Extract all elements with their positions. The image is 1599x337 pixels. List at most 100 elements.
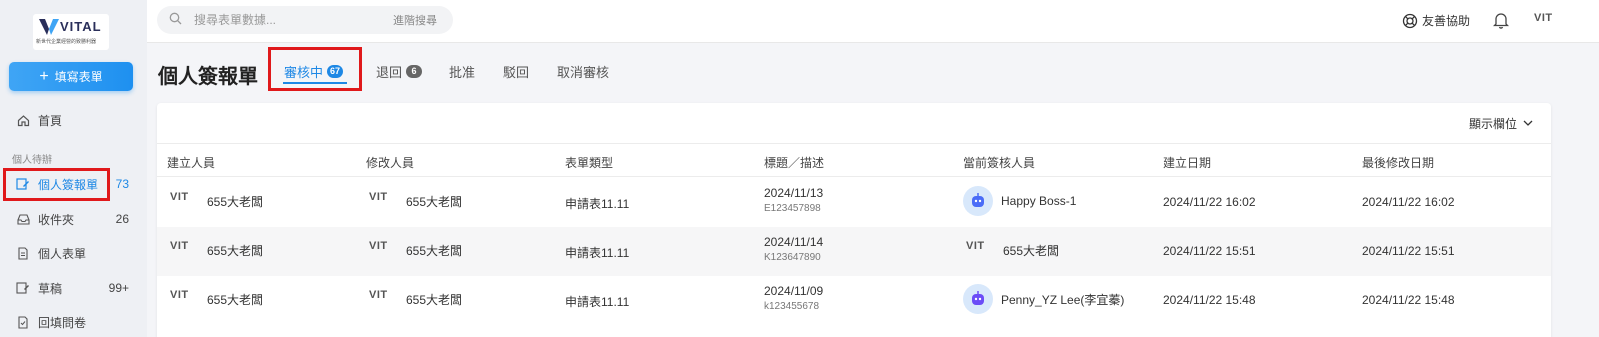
description-text: E123457898 — [764, 203, 821, 214]
approver-name: Happy Boss-1 — [1001, 194, 1077, 208]
tab-rejected[interactable]: 駁回 — [503, 62, 529, 81]
sidebar: VITAL 新世代企業經營的致勝利器 + 填寫表單 首頁 個人待辦 個人簽報單 … — [0, 0, 147, 337]
vital-logo-icon — [39, 19, 59, 35]
created-date-cell: 2024/11/22 15:51 — [1163, 244, 1256, 258]
draft-icon — [16, 281, 30, 295]
sidebar-item-label: 收件夾 — [38, 212, 75, 227]
help-button[interactable]: 友善協助 — [1402, 12, 1470, 29]
sidebar-item-label: 首頁 — [38, 113, 63, 128]
created-date-cell: 2024/11/22 15:48 — [1163, 293, 1256, 307]
chevron-down-icon — [1523, 120, 1533, 126]
table-header: 建立人員 修改人員 表單類型 標題／描述 當前簽核人員 建立日期 最後修改日期 — [157, 143, 1551, 177]
modified-date-cell: 2024/11/22 15:51 — [1362, 244, 1455, 258]
tab-label: 批准 — [449, 65, 476, 80]
creator-cell: VIT 655大老闆 — [167, 190, 263, 212]
sidebar-item-label: 個人表單 — [38, 246, 87, 261]
search-icon — [169, 12, 182, 28]
description-text: k123455678 — [764, 301, 820, 312]
page-title: 個人簽報單 — [158, 66, 258, 88]
creator-name: 655大老闆 — [207, 243, 264, 258]
creator-cell: VIT 655大老闆 — [167, 239, 263, 261]
user-avatar: VIT — [167, 288, 199, 310]
title-text: 2024/11/13 — [764, 186, 824, 200]
advanced-search-link[interactable]: 進階搜尋 — [393, 12, 437, 28]
creator-name: 655大老闆 — [207, 292, 264, 307]
column-header[interactable]: 標題／描述 — [764, 154, 824, 171]
column-header[interactable]: 最後修改日期 — [1362, 154, 1434, 171]
top-bar: 進階搜尋 友善協助 VIT — [147, 0, 1599, 43]
modified-date-cell: 2024/11/22 15:48 — [1362, 293, 1455, 307]
lifebuoy-icon — [1402, 13, 1418, 28]
title-text: 2024/11/09 — [764, 284, 824, 298]
user-avatar: VIT — [366, 288, 398, 310]
tab-label: 審核中 — [284, 65, 324, 80]
form-type-cell: 申請表11.11 — [565, 295, 630, 309]
created-date-cell: 2024/11/22 16:02 — [1163, 195, 1256, 209]
column-header[interactable]: 表單類型 — [565, 154, 613, 171]
active-tab-indicator — [283, 82, 347, 84]
table-row[interactable]: VIT 655大老闆 VIT 655大老闆 申請表11.11 2024/11/1… — [157, 178, 1551, 227]
creator-name: 655大老闆 — [207, 194, 264, 209]
avatar-logo-text: VIT — [369, 191, 388, 203]
show-columns-button[interactable]: 顯示欄位 — [1469, 115, 1533, 132]
approver-cell: Happy Boss-1 — [963, 186, 1076, 216]
help-label: 友善協助 — [1422, 14, 1471, 28]
modifier-name: 655大老闆 — [406, 194, 463, 209]
edit-icon — [16, 177, 30, 191]
sidebar-item-label: 草稿 — [38, 281, 63, 296]
approver-cell: Penny_YZ Lee(李宜蓁) — [963, 284, 1124, 314]
avatar-logo-text: VIT — [369, 289, 388, 301]
user-avatar: VIT — [963, 239, 995, 261]
approver-name: Penny_YZ Lee(李宜蓁) — [1001, 292, 1125, 307]
sidebar-item-label: 個人簽報單 — [38, 177, 99, 192]
user-avatar: VIT — [167, 190, 199, 212]
sidebar-item-personal-forms-signed[interactable]: 個人簽報單 73 — [0, 170, 147, 198]
avatar-logo-text: VIT — [170, 289, 189, 301]
robot-avatar-icon — [963, 186, 993, 216]
tab-returned[interactable]: 退回 6 — [376, 62, 423, 81]
table-row[interactable]: VIT 655大老闆 VIT 655大老闆 申請表11.11 2024/11/0… — [157, 276, 1551, 325]
sidebar-item-personal-forms[interactable]: 個人表單 — [0, 239, 147, 267]
sidebar-item-survey[interactable]: 回填問卷 — [0, 308, 147, 336]
sidebar-item-home[interactable]: 首頁 — [0, 106, 147, 134]
inbox-icon — [16, 212, 30, 226]
column-header[interactable]: 建立人員 — [167, 154, 215, 171]
search-box[interactable]: 進階搜尋 — [157, 6, 453, 34]
fill-form-button[interactable]: + 填寫表單 — [9, 62, 133, 91]
tab-approved[interactable]: 批准 — [449, 62, 475, 81]
sidebar-item-inbox[interactable]: 收件夾 26 — [0, 205, 147, 233]
form-type-cell: 申請表11.11 — [565, 246, 630, 260]
avatar-logo-text: VIT — [966, 240, 985, 252]
column-header[interactable]: 建立日期 — [1163, 154, 1211, 171]
user-avatar: VIT — [167, 239, 199, 261]
creator-cell: VIT 655大老闆 — [167, 288, 263, 310]
survey-icon — [16, 315, 30, 329]
notification-bell-icon[interactable] — [1492, 11, 1510, 32]
tab-label: 駁回 — [503, 65, 530, 80]
approver-name: 655大老闆 — [1003, 243, 1060, 258]
title-cell: 2024/11/14 K123647890 — [764, 235, 823, 263]
approver-cell: VIT 655大老闆 — [963, 239, 1059, 261]
brand-name: VITAL — [60, 19, 102, 34]
tab-label: 退回 — [376, 65, 403, 80]
user-avatar[interactable]: VIT — [1531, 8, 1571, 36]
modifier-cell: VIT 655大老闆 — [366, 288, 462, 310]
search-input[interactable] — [194, 13, 374, 27]
sidebar-item-count: 26 — [115, 212, 129, 226]
robot-avatar-icon — [963, 284, 993, 314]
description-text: K123647890 — [764, 252, 821, 263]
document-icon — [16, 246, 30, 260]
sidebar-item-drafts[interactable]: 草稿 99+ — [0, 274, 147, 302]
column-header[interactable]: 修改人員 — [366, 154, 414, 171]
title-text: 2024/11/14 — [764, 235, 824, 249]
modifier-name: 655大老闆 — [406, 292, 463, 307]
user-avatar: VIT — [366, 190, 398, 212]
tab-label: 取消審核 — [557, 65, 610, 80]
tab-cancelled[interactable]: 取消審核 — [557, 62, 609, 81]
form-type-cell: 申請表11.11 — [565, 197, 630, 211]
brand-logo[interactable]: VITAL 新世代企業經營的致勝利器 — [33, 14, 109, 50]
tab-pending-review[interactable]: 審核中 67 — [284, 62, 344, 81]
show-columns-label: 顯示欄位 — [1468, 117, 1517, 131]
column-header[interactable]: 當前簽核人員 — [963, 154, 1035, 171]
table-row[interactable]: VIT 655大老闆 VIT 655大老闆 申請表11.11 2024/11/1… — [157, 227, 1551, 276]
